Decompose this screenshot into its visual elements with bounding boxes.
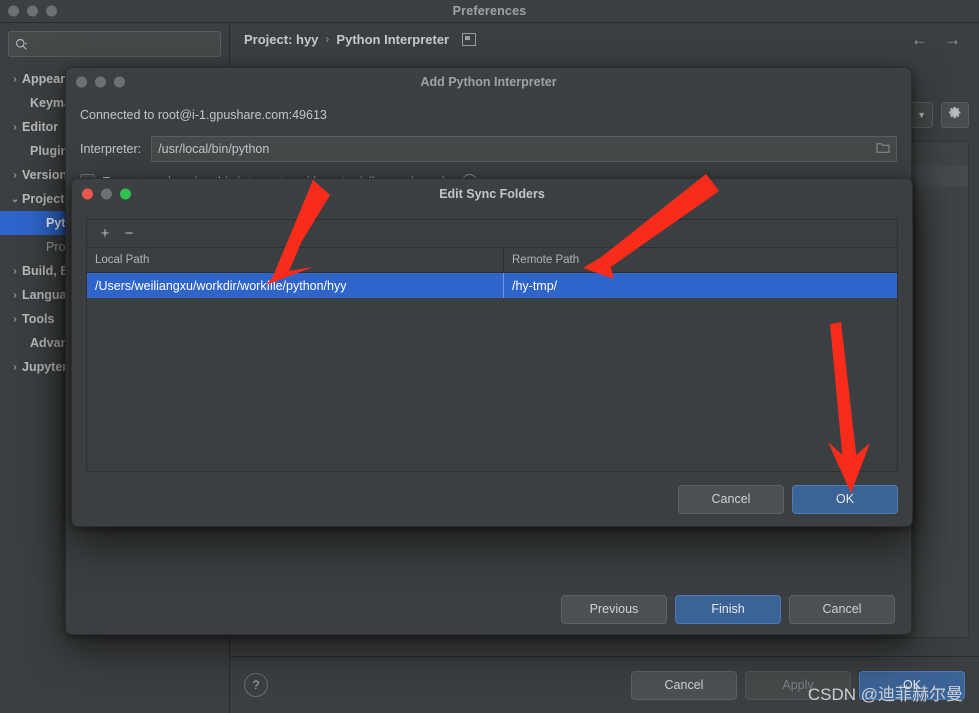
add-interpreter-footer: Previous Finish Cancel — [66, 584, 911, 634]
close-button-icon[interactable] — [82, 188, 93, 200]
interpreter-settings-gear-button[interactable] — [941, 102, 969, 128]
window-traffic-lights[interactable] — [8, 5, 57, 17]
maximize-button-icon[interactable] — [46, 5, 57, 17]
chevron-right-icon: › — [13, 265, 17, 277]
back-arrow-icon[interactable]: ← — [911, 31, 928, 48]
cell-local-path[interactable]: /Users/weiliangxu/workdir/workfile/pytho… — [87, 273, 504, 298]
edit-sync-folders-body: + − Local Path Remote Path /Users/weilia… — [72, 209, 912, 472]
chevron-down-icon: ▼ — [917, 110, 926, 120]
close-button-icon[interactable] — [76, 76, 87, 88]
breadcrumb: Project: hyy › Python Interpreter ← → — [230, 23, 979, 55]
edit-sync-folders-traffic-lights[interactable] — [82, 188, 131, 200]
breadcrumb-project[interactable]: Project: hyy — [244, 32, 318, 47]
remove-row-button[interactable]: − — [119, 224, 139, 244]
chevron-down-icon: ⌄ — [10, 193, 20, 205]
folder-icon[interactable] — [876, 142, 890, 157]
sync-folders-table-body: /Users/weiliangxu/workdir/workfile/pytho… — [87, 273, 897, 471]
chevron-right-icon: › — [13, 361, 17, 373]
chevron-right-icon: › — [13, 289, 17, 301]
sidebar-item-label: Tools — [22, 312, 55, 326]
minimize-button-icon[interactable] — [95, 76, 106, 88]
cell-remote-path[interactable]: /hy-tmp/ — [504, 273, 897, 298]
gear-icon — [948, 106, 962, 124]
preferences-title: Preferences — [452, 4, 527, 18]
chevron-right-icon: › — [13, 73, 17, 85]
breadcrumb-section[interactable]: Python Interpreter — [336, 32, 449, 47]
column-header-remote-path[interactable]: Remote Path — [504, 248, 897, 272]
edit-sync-folders-footer: Cancel OK — [72, 472, 912, 526]
finish-button[interactable]: Finish — [675, 594, 781, 624]
connection-status-text: Connected to root@i-1.gpushare.com:49613 — [80, 108, 327, 122]
help-button[interactable]: ? — [244, 673, 268, 697]
history-nav: ← → — [911, 31, 969, 48]
sync-folders-panel: + − Local Path Remote Path /Users/weilia… — [86, 219, 898, 472]
sidebar-item-label: Jupyter — [22, 360, 68, 374]
cancel-button[interactable]: Cancel — [789, 594, 895, 624]
add-row-button[interactable]: + — [95, 224, 115, 244]
sync-folders-toolbar: + − — [87, 220, 897, 248]
edit-sync-folders-dialog: Edit Sync Folders + − Local Path Remote … — [71, 178, 913, 527]
chevron-right-icon: › — [13, 121, 17, 133]
maximize-button-icon[interactable] — [114, 76, 125, 88]
ok-button[interactable]: OK — [792, 484, 898, 514]
chevron-right-icon: › — [13, 313, 17, 325]
csdn-watermark: CSDN @迪菲赫尔曼 — [807, 685, 963, 704]
minimize-button-icon[interactable] — [27, 5, 38, 17]
interpreter-path-value: /usr/local/bin/python — [158, 142, 270, 156]
previous-button[interactable]: Previous — [561, 594, 667, 624]
interpreter-label: Interpreter: — [80, 142, 142, 156]
interpreter-path-input[interactable]: /usr/local/bin/python — [151, 136, 897, 162]
edit-sync-folders-titlebar: Edit Sync Folders — [72, 179, 912, 209]
preferences-titlebar: Preferences — [0, 0, 979, 23]
maximize-button-icon[interactable] — [120, 188, 131, 200]
column-header-local-path[interactable]: Local Path — [87, 248, 504, 272]
sidebar-item-label: Editor — [22, 120, 59, 134]
cancel-button[interactable]: Cancel — [678, 484, 784, 514]
chevron-right-icon: › — [13, 169, 17, 181]
add-interpreter-traffic-lights[interactable] — [76, 76, 125, 88]
add-interpreter-title: Add Python Interpreter — [420, 75, 557, 89]
interpreter-path-row: Interpreter: /usr/local/bin/python — [80, 136, 897, 162]
close-button-icon[interactable] — [8, 5, 19, 17]
search-input[interactable] — [32, 36, 214, 52]
breadcrumb-separator: › — [325, 32, 330, 46]
search-icon — [15, 38, 28, 51]
edit-sync-folders-title: Edit Sync Folders — [439, 187, 545, 201]
table-row[interactable]: /Users/weiliangxu/workdir/workfile/pytho… — [87, 273, 897, 298]
panel-icon[interactable] — [462, 32, 477, 46]
forward-arrow-icon[interactable]: → — [944, 31, 961, 48]
sync-folders-table-header: Local Path Remote Path — [87, 248, 897, 273]
sidebar-search-wrap — [0, 31, 229, 67]
add-interpreter-titlebar: Add Python Interpreter — [66, 68, 911, 96]
search-box[interactable] — [8, 31, 221, 57]
minimize-button-icon[interactable] — [101, 188, 112, 200]
cancel-button[interactable]: Cancel — [631, 670, 737, 700]
